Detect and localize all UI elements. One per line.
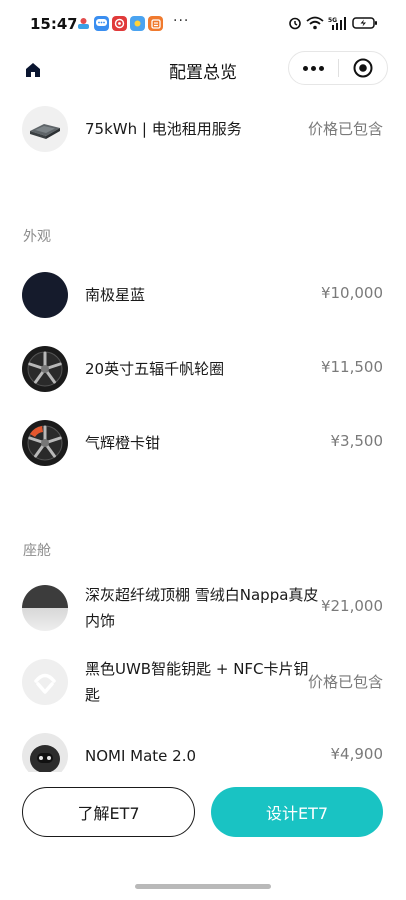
sun-icon	[130, 16, 145, 31]
item-price: 价格已包含	[307, 120, 383, 138]
list-item-interior: 深灰超纤绒顶棚 雪绒白Nappa真皮内饰 ¥21,000	[0, 578, 406, 638]
status-more: ···	[173, 13, 190, 29]
alarm-icon	[289, 17, 301, 30]
miniprogram-capsule	[288, 51, 388, 85]
nav-bar: 配置总览	[0, 50, 406, 88]
list-item-key: 黑色UWB智能钥匙 + NFC卡片钥匙 价格已包含	[0, 652, 406, 712]
config-list: 75kWh | 电池租用服务 价格已包含 外观 南极星蓝 ¥10,000 20英…	[0, 88, 406, 772]
list-item-paint: 南极星蓝 ¥10,000	[0, 265, 406, 325]
item-name: 气辉橙卡钳	[85, 434, 161, 452]
interior-swatch-thumb	[22, 585, 68, 631]
item-name: 75kWh | 电池租用服务	[85, 120, 242, 138]
home-indicator[interactable]	[135, 884, 271, 889]
list-item-nomi: NOMI Mate 2.0 ¥4,900	[0, 726, 406, 772]
item-price: ¥11,500	[320, 358, 383, 376]
item-price: ¥4,900	[330, 745, 384, 763]
battery-pack-thumb	[22, 106, 68, 152]
caliper-wheel-thumb	[22, 420, 68, 466]
5g-signal-icon: 5G	[328, 17, 346, 30]
wifi-icon	[306, 16, 324, 30]
status-app-icons	[76, 16, 163, 31]
list-item-caliper: 气辉橙卡钳 ¥3,500	[0, 413, 406, 473]
status-indicators: 5G	[288, 16, 378, 30]
color-swatch-thumb	[22, 272, 68, 318]
wheel-thumb	[22, 346, 68, 392]
section-label-cabin: 座舱	[23, 543, 51, 559]
item-name: 20英寸五辐千帆轮圈	[85, 360, 225, 378]
svg-text:5G: 5G	[328, 17, 337, 24]
message-icon	[94, 16, 109, 31]
item-price: ¥10,000	[320, 284, 383, 302]
battery-charging-icon	[352, 17, 377, 29]
item-name: NOMI Mate 2.0	[85, 747, 197, 765]
section-label-exterior: 外观	[23, 229, 51, 245]
nomi-thumb	[22, 733, 68, 772]
item-price: ¥3,500	[330, 432, 384, 450]
app-icon-1	[76, 16, 91, 31]
item-name: 南极星蓝	[85, 286, 146, 304]
item-name: 深灰超纤绒顶棚 雪绒白Nappa真皮内饰	[85, 586, 319, 630]
miniprogram-close-icon[interactable]	[339, 52, 387, 84]
item-price: ¥21,000	[320, 597, 383, 615]
more-dots-icon[interactable]	[289, 52, 338, 84]
tasks-icon	[148, 16, 163, 31]
list-item-battery: 75kWh | 电池租用服务 价格已包含	[0, 99, 406, 159]
design-et7-button[interactable]: 设计ET7	[211, 787, 383, 837]
item-price: 价格已包含	[307, 673, 383, 691]
learn-et7-button[interactable]: 了解ET7	[22, 787, 195, 837]
status-time: 15:47	[30, 15, 78, 33]
weibo-icon	[112, 16, 127, 31]
list-item-wheels: 20英寸五辐千帆轮圈 ¥11,500	[0, 339, 406, 399]
item-name: 黑色UWB智能钥匙 + NFC卡片钥匙	[85, 660, 309, 704]
status-bar: 15:47 ··· 5G	[0, 0, 406, 50]
nio-logo-thumb	[22, 659, 68, 705]
bottom-action-bar: 了解ET7 设计ET7	[0, 772, 406, 900]
